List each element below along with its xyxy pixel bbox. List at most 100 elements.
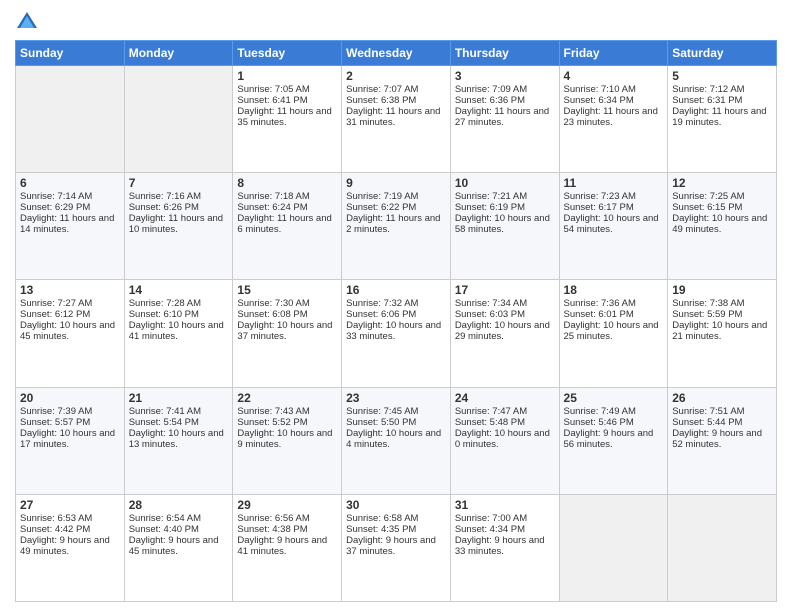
daylight-text: Daylight: 10 hours and 9 minutes. [237,428,337,450]
daylight-text: Daylight: 10 hours and 4 minutes. [346,428,446,450]
weekday-header-row: SundayMondayTuesdayWednesdayThursdayFrid… [16,41,777,66]
daylight-text: Daylight: 10 hours and 0 minutes. [455,428,555,450]
day-number: 22 [237,391,337,405]
calendar-cell: 17Sunrise: 7:34 AMSunset: 6:03 PMDayligh… [450,280,559,387]
sunset-text: Sunset: 4:38 PM [237,524,337,535]
day-number: 5 [672,69,772,83]
daylight-text: Daylight: 9 hours and 45 minutes. [129,535,229,557]
weekday-header: Tuesday [233,41,342,66]
sunrise-text: Sunrise: 7:19 AM [346,191,446,202]
daylight-text: Daylight: 9 hours and 37 minutes. [346,535,446,557]
sunset-text: Sunset: 6:24 PM [237,202,337,213]
sunrise-text: Sunrise: 7:10 AM [564,84,664,95]
daylight-text: Daylight: 11 hours and 23 minutes. [564,106,664,128]
daylight-text: Daylight: 10 hours and 17 minutes. [20,428,120,450]
daylight-text: Daylight: 11 hours and 19 minutes. [672,106,772,128]
weekday-header: Friday [559,41,668,66]
sunrise-text: Sunrise: 7:21 AM [455,191,555,202]
sunset-text: Sunset: 6:08 PM [237,309,337,320]
calendar-cell: 13Sunrise: 7:27 AMSunset: 6:12 PMDayligh… [16,280,125,387]
day-number: 30 [346,498,446,512]
sunrise-text: Sunrise: 6:58 AM [346,513,446,524]
daylight-text: Daylight: 11 hours and 31 minutes. [346,106,446,128]
daylight-text: Daylight: 11 hours and 35 minutes. [237,106,337,128]
sunrise-text: Sunrise: 7:09 AM [455,84,555,95]
sunset-text: Sunset: 6:31 PM [672,95,772,106]
calendar-cell: 2Sunrise: 7:07 AMSunset: 6:38 PMDaylight… [342,66,451,173]
day-number: 21 [129,391,229,405]
calendar-week-row: 27Sunrise: 6:53 AMSunset: 4:42 PMDayligh… [16,494,777,601]
calendar-cell: 5Sunrise: 7:12 AMSunset: 6:31 PMDaylight… [668,66,777,173]
day-number: 23 [346,391,446,405]
sunset-text: Sunset: 5:54 PM [129,417,229,428]
calendar-cell: 14Sunrise: 7:28 AMSunset: 6:10 PMDayligh… [124,280,233,387]
day-number: 8 [237,176,337,190]
sunset-text: Sunset: 5:50 PM [346,417,446,428]
daylight-text: Daylight: 10 hours and 54 minutes. [564,213,664,235]
calendar-cell: 1Sunrise: 7:05 AMSunset: 6:41 PMDaylight… [233,66,342,173]
day-number: 6 [20,176,120,190]
calendar-cell: 29Sunrise: 6:56 AMSunset: 4:38 PMDayligh… [233,494,342,601]
calendar-week-row: 20Sunrise: 7:39 AMSunset: 5:57 PMDayligh… [16,387,777,494]
day-number: 20 [20,391,120,405]
sunset-text: Sunset: 6:36 PM [455,95,555,106]
daylight-text: Daylight: 11 hours and 10 minutes. [129,213,229,235]
sunset-text: Sunset: 6:01 PM [564,309,664,320]
daylight-text: Daylight: 11 hours and 14 minutes. [20,213,120,235]
sunrise-text: Sunrise: 7:49 AM [564,406,664,417]
day-number: 27 [20,498,120,512]
calendar-week-row: 6Sunrise: 7:14 AMSunset: 6:29 PMDaylight… [16,173,777,280]
sunrise-text: Sunrise: 7:12 AM [672,84,772,95]
calendar-cell: 25Sunrise: 7:49 AMSunset: 5:46 PMDayligh… [559,387,668,494]
sunrise-text: Sunrise: 6:56 AM [237,513,337,524]
calendar-cell: 9Sunrise: 7:19 AMSunset: 6:22 PMDaylight… [342,173,451,280]
day-number: 17 [455,283,555,297]
sunrise-text: Sunrise: 7:28 AM [129,298,229,309]
sunset-text: Sunset: 4:42 PM [20,524,120,535]
weekday-header: Sunday [16,41,125,66]
day-number: 16 [346,283,446,297]
sunset-text: Sunset: 6:15 PM [672,202,772,213]
sunset-text: Sunset: 4:34 PM [455,524,555,535]
sunrise-text: Sunrise: 7:27 AM [20,298,120,309]
calendar-cell: 7Sunrise: 7:16 AMSunset: 6:26 PMDaylight… [124,173,233,280]
daylight-text: Daylight: 9 hours and 52 minutes. [672,428,772,450]
day-number: 3 [455,69,555,83]
day-number: 11 [564,176,664,190]
day-number: 31 [455,498,555,512]
sunrise-text: Sunrise: 7:34 AM [455,298,555,309]
calendar-cell: 4Sunrise: 7:10 AMSunset: 6:34 PMDaylight… [559,66,668,173]
day-number: 4 [564,69,664,83]
sunrise-text: Sunrise: 7:51 AM [672,406,772,417]
calendar-cell [559,494,668,601]
sunset-text: Sunset: 6:12 PM [20,309,120,320]
weekday-header: Wednesday [342,41,451,66]
day-number: 18 [564,283,664,297]
sunset-text: Sunset: 4:35 PM [346,524,446,535]
daylight-text: Daylight: 11 hours and 2 minutes. [346,213,446,235]
weekday-header: Saturday [668,41,777,66]
sunset-text: Sunset: 6:34 PM [564,95,664,106]
sunrise-text: Sunrise: 7:25 AM [672,191,772,202]
sunrise-text: Sunrise: 7:30 AM [237,298,337,309]
calendar-week-row: 1Sunrise: 7:05 AMSunset: 6:41 PMDaylight… [16,66,777,173]
day-number: 2 [346,69,446,83]
day-number: 19 [672,283,772,297]
day-number: 10 [455,176,555,190]
sunset-text: Sunset: 5:46 PM [564,417,664,428]
daylight-text: Daylight: 10 hours and 58 minutes. [455,213,555,235]
calendar-cell: 22Sunrise: 7:43 AMSunset: 5:52 PMDayligh… [233,387,342,494]
calendar-cell: 27Sunrise: 6:53 AMSunset: 4:42 PMDayligh… [16,494,125,601]
calendar-cell: 21Sunrise: 7:41 AMSunset: 5:54 PMDayligh… [124,387,233,494]
daylight-text: Daylight: 10 hours and 37 minutes. [237,320,337,342]
day-number: 28 [129,498,229,512]
calendar-cell: 10Sunrise: 7:21 AMSunset: 6:19 PMDayligh… [450,173,559,280]
calendar-cell [668,494,777,601]
day-number: 9 [346,176,446,190]
calendar-cell: 12Sunrise: 7:25 AMSunset: 6:15 PMDayligh… [668,173,777,280]
calendar-cell: 15Sunrise: 7:30 AMSunset: 6:08 PMDayligh… [233,280,342,387]
sunrise-text: Sunrise: 7:07 AM [346,84,446,95]
daylight-text: Daylight: 10 hours and 41 minutes. [129,320,229,342]
day-number: 14 [129,283,229,297]
sunset-text: Sunset: 6:17 PM [564,202,664,213]
